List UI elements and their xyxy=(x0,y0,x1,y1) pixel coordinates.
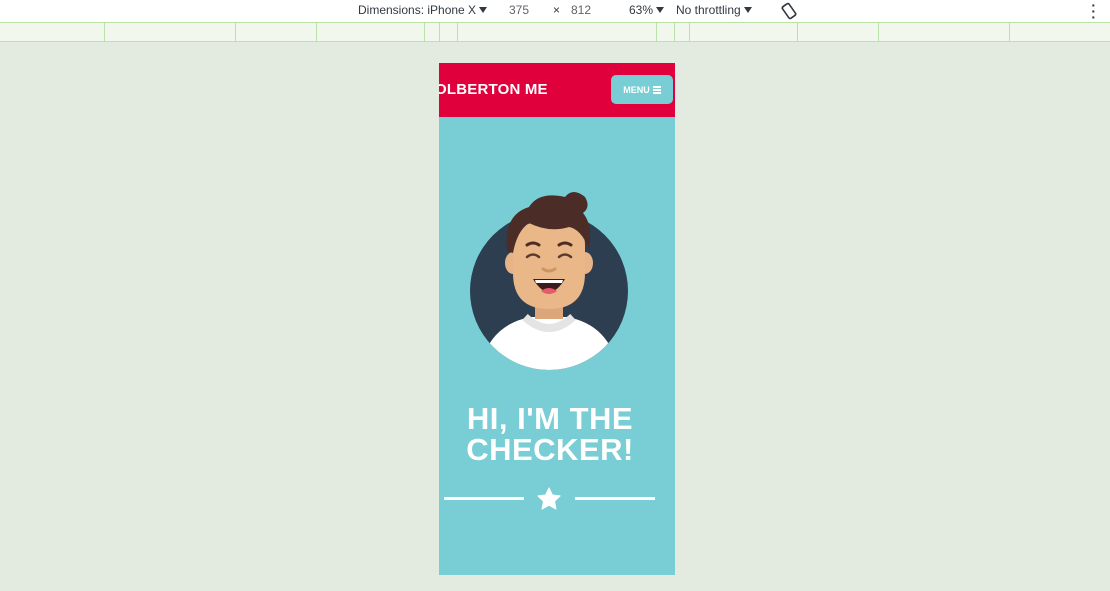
media-query-marker[interactable] xyxy=(316,23,317,41)
media-query-marker[interactable] xyxy=(439,23,440,41)
media-query-marker[interactable] xyxy=(656,23,657,41)
brand-logo-text[interactable]: OLBERTON ME xyxy=(439,81,548,98)
hero-title: HI, I'M THE CHECKER! xyxy=(439,403,661,465)
avatar xyxy=(470,192,628,370)
media-query-marker[interactable] xyxy=(457,23,458,41)
media-query-marker[interactable] xyxy=(235,23,236,41)
hero-title-line: CHECKER! xyxy=(466,432,634,467)
device-select[interactable]: Dimensions: iPhone X xyxy=(358,3,488,17)
kebab-menu-icon[interactable]: · · · xyxy=(1091,0,1096,24)
height-input[interactable]: 812 xyxy=(571,3,591,17)
chevron-down-icon xyxy=(743,7,752,13)
device-viewport: OLBERTON ME MENU HI, I'M THE CHECKER! xyxy=(439,63,675,575)
media-query-marker[interactable] xyxy=(689,23,690,41)
rotate-device-icon[interactable] xyxy=(780,2,798,20)
media-query-marker[interactable] xyxy=(674,23,675,41)
media-query-bar xyxy=(0,22,1110,42)
media-query-marker[interactable] xyxy=(797,23,798,41)
star-icon xyxy=(537,487,561,510)
menu-button[interactable]: MENU xyxy=(611,75,673,104)
media-query-marker[interactable] xyxy=(104,23,105,41)
menu-button-label: MENU xyxy=(623,84,650,95)
divider-line-right xyxy=(575,497,655,500)
zoom-select-label: 63% xyxy=(629,3,654,17)
device-select-label: Dimensions: iPhone X xyxy=(358,3,477,17)
throttling-select[interactable]: No throttling xyxy=(676,3,752,17)
media-query-marker[interactable] xyxy=(424,23,425,41)
media-query-marker[interactable] xyxy=(878,23,879,41)
zoom-select[interactable]: 63% xyxy=(629,3,665,17)
media-query-marker[interactable] xyxy=(1009,23,1010,41)
width-input[interactable]: 375 xyxy=(509,3,529,17)
device-toolbar: Dimensions: iPhone X 375 × 812 63% No th… xyxy=(0,0,1110,24)
times-symbol: × xyxy=(553,3,561,17)
divider-line-left xyxy=(444,497,524,500)
chevron-down-icon xyxy=(656,7,665,13)
navbar: OLBERTON ME MENU xyxy=(439,63,675,117)
hero-title-line: HI, I'M THE xyxy=(466,401,634,436)
hamburger-icon xyxy=(652,86,661,94)
chevron-down-icon xyxy=(479,7,488,13)
throttling-select-label: No throttling xyxy=(676,3,741,17)
